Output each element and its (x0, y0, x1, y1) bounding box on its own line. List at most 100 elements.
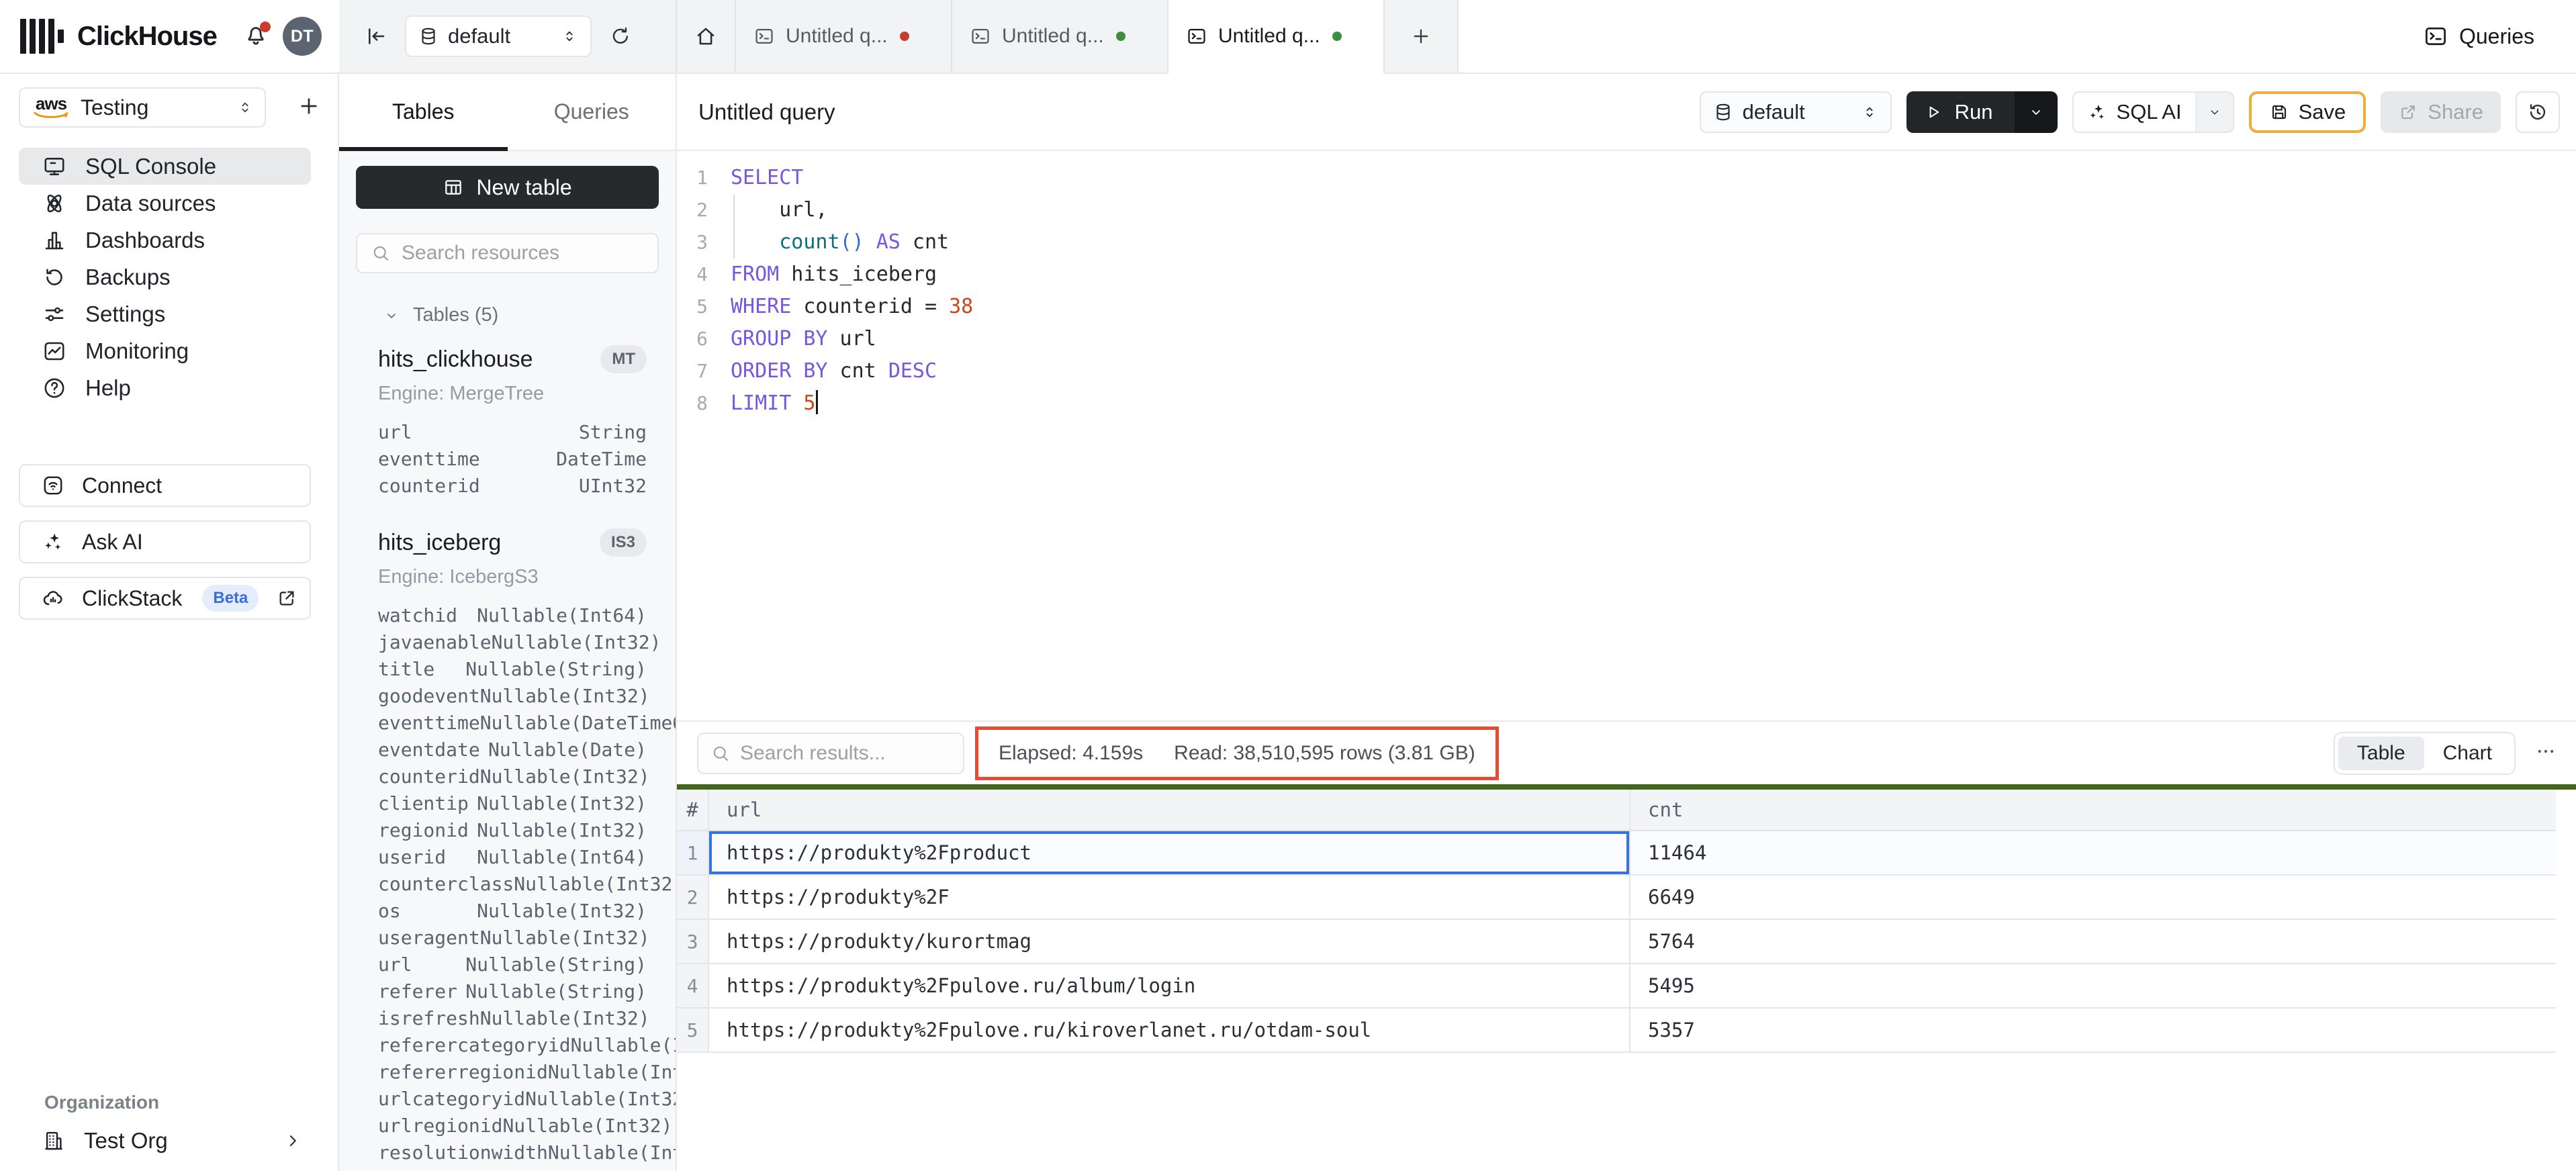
sidebar-item-settings[interactable]: Settings (19, 295, 311, 332)
chevron-down-icon (383, 308, 400, 324)
cell-url[interactable]: https://produkty%2Fproduct (709, 831, 1630, 874)
column-header-url[interactable]: url (709, 790, 1630, 830)
result-row-3[interactable]: 3https://produkty/kurortmag5764 (677, 920, 2556, 964)
collapse-sidebar-button[interactable] (363, 24, 387, 48)
save-icon (2269, 102, 2289, 122)
clickstack-button[interactable]: ClickStackBeta (19, 577, 311, 620)
column-header-index[interactable]: # (677, 790, 709, 830)
organization-switcher[interactable]: Test Org (19, 1128, 311, 1154)
new-tab-button[interactable] (1385, 0, 1459, 73)
cell-cnt[interactable]: 6649 (1630, 876, 2556, 919)
column-row: goodeventNullable(Int32) (378, 682, 647, 709)
column-row: watchidNullable(Int64) (378, 602, 647, 628)
result-row-1[interactable]: 1https://produkty%2Fproduct11464 (677, 831, 2556, 876)
table-header[interactable]: hits_icebergIS3 (378, 528, 647, 557)
sidebar-item-label: Dashboards (85, 228, 205, 253)
run-options-button[interactable] (2015, 91, 2058, 133)
column-name: counterid (378, 765, 480, 788)
query-tab-3[interactable]: Untitled q... (1168, 0, 1385, 73)
chevron-down-icon (2207, 105, 2222, 120)
cell-url[interactable]: https://produkty/kurortmag (709, 920, 1630, 963)
save-button[interactable]: Save (2249, 91, 2366, 133)
table-entry-hits-iceberg[interactable]: hits_icebergIS3Engine: IcebergS3watchidN… (378, 528, 647, 1171)
new-table-button[interactable]: New table (356, 166, 659, 209)
sql-editor[interactable]: 1SELECT2 url,3 count() AS cnt4FROM hits_… (677, 151, 2576, 720)
view-chart-button[interactable]: Chart (2424, 737, 2511, 770)
sql-ai-options-button[interactable] (2195, 93, 2233, 132)
connect-button[interactable]: Connect (19, 464, 311, 507)
line-number: 8 (686, 387, 708, 420)
query-history-button[interactable] (2516, 91, 2560, 133)
column-name: refererregionid (378, 1061, 548, 1083)
sidebar-item-label: Help (85, 375, 131, 401)
search-results[interactable] (697, 733, 964, 774)
line-number: 1 (686, 162, 708, 194)
column-type: Nullable(String) (465, 658, 647, 680)
column-header-cnt[interactable]: cnt (1630, 798, 2556, 821)
collapse-left-icon (363, 24, 387, 48)
avatar[interactable]: DT (283, 17, 322, 56)
add-service-button[interactable] (296, 93, 322, 122)
results-more-button[interactable] (2534, 740, 2557, 766)
table-header[interactable]: hits_clickhouseMT (378, 345, 647, 373)
column-type: Nullable(Int32) (480, 1007, 650, 1029)
search-results-input[interactable] (740, 742, 951, 765)
result-row-2[interactable]: 2https://produkty%2F6649 (677, 876, 2556, 920)
queries-button-label: Queries (2459, 24, 2534, 49)
share-button[interactable]: Share (2381, 91, 2501, 133)
column-row: referercategoryidNullable(I (378, 1031, 647, 1058)
search-resources[interactable] (356, 233, 659, 273)
query-tab-2[interactable]: Untitled q... (952, 0, 1168, 73)
cell-cnt[interactable]: 5495 (1630, 964, 2556, 1007)
query-tabs: Untitled q...Untitled q...Untitled q... (736, 0, 1385, 73)
view-table-button[interactable]: Table (2338, 737, 2424, 770)
sidebar-item-monitoring[interactable]: Monitoring (19, 332, 311, 369)
cell-url[interactable]: https://produkty%2Fpulove.ru/album/login (709, 964, 1630, 1007)
sidebar-item-data-sources[interactable]: Data sources (19, 185, 311, 222)
cell-url[interactable]: https://produkty%2Fpulove.ru/kiroverlane… (709, 1009, 1630, 1051)
sidebar-item-backups[interactable]: Backups (19, 259, 311, 295)
sparkles-icon (42, 530, 64, 553)
sql-ai-button[interactable]: SQL AI (2074, 93, 2195, 132)
editor-database-selector[interactable]: default (1700, 91, 1892, 133)
query-title[interactable]: Untitled query (698, 99, 835, 125)
column-type: DateTime (556, 448, 647, 470)
column-type: Nullable(In (559, 1168, 677, 1171)
notifications-button[interactable] (242, 21, 269, 52)
search-resources-input[interactable] (402, 242, 644, 265)
ellipsis-icon (2534, 740, 2557, 763)
sidebar-item-sql-console[interactable]: SQL Console (19, 148, 311, 185)
column-row: refererNullable(String) (378, 978, 647, 1004)
database-selector[interactable]: default (405, 15, 592, 57)
indent-guide (733, 194, 735, 259)
query-tab-1[interactable]: Untitled q... (736, 0, 952, 73)
sidebar-actions: Connect Ask AI ClickStackBeta (19, 464, 311, 620)
column-name: isrefresh (378, 1007, 480, 1029)
ask-ai-button[interactable]: Ask AI (19, 520, 311, 563)
column-type: Nullable(Int32) (477, 792, 647, 814)
queries-button[interactable]: Queries (2423, 24, 2534, 49)
column-row: javaenableNullable(Int32) (378, 628, 647, 655)
result-row-5[interactable]: 5https://produkty%2Fpulove.ru/kiroverlan… (677, 1009, 2556, 1053)
refresh-button[interactable] (609, 25, 632, 48)
tables-section-header[interactable]: Tables (5) (383, 304, 676, 326)
table-entry-hits-clickhouse[interactable]: hits_clickhouseMTEngine: MergeTreeurlStr… (378, 345, 647, 499)
run-label: Run (1955, 100, 1993, 124)
cell-url[interactable]: https://produkty%2F (709, 876, 1630, 919)
home-tab[interactable] (677, 0, 736, 73)
tab-queries[interactable]: Queries (508, 74, 676, 150)
help-icon (42, 376, 66, 400)
view-controls: Table Chart (2334, 732, 2557, 775)
cell-cnt[interactable]: 5764 (1630, 920, 2556, 963)
run-button[interactable]: Run (1906, 91, 2015, 133)
sparkles-icon (2087, 102, 2107, 122)
tab-tables[interactable]: Tables (339, 74, 508, 150)
cell-cnt[interactable]: 5357 (1630, 1009, 2556, 1051)
result-row-4[interactable]: 4https://produkty%2Fpulove.ru/album/logi… (677, 964, 2556, 1009)
column-type: Nullable(I (571, 1034, 677, 1056)
cell-cnt[interactable]: 11464 (1630, 831, 2556, 874)
sidebar-item-help[interactable]: Help (19, 369, 311, 406)
workspace-selector[interactable]: aws Testing (19, 87, 266, 128)
wifi-box-icon (42, 474, 64, 497)
sidebar-item-dashboards[interactable]: Dashboards (19, 222, 311, 259)
